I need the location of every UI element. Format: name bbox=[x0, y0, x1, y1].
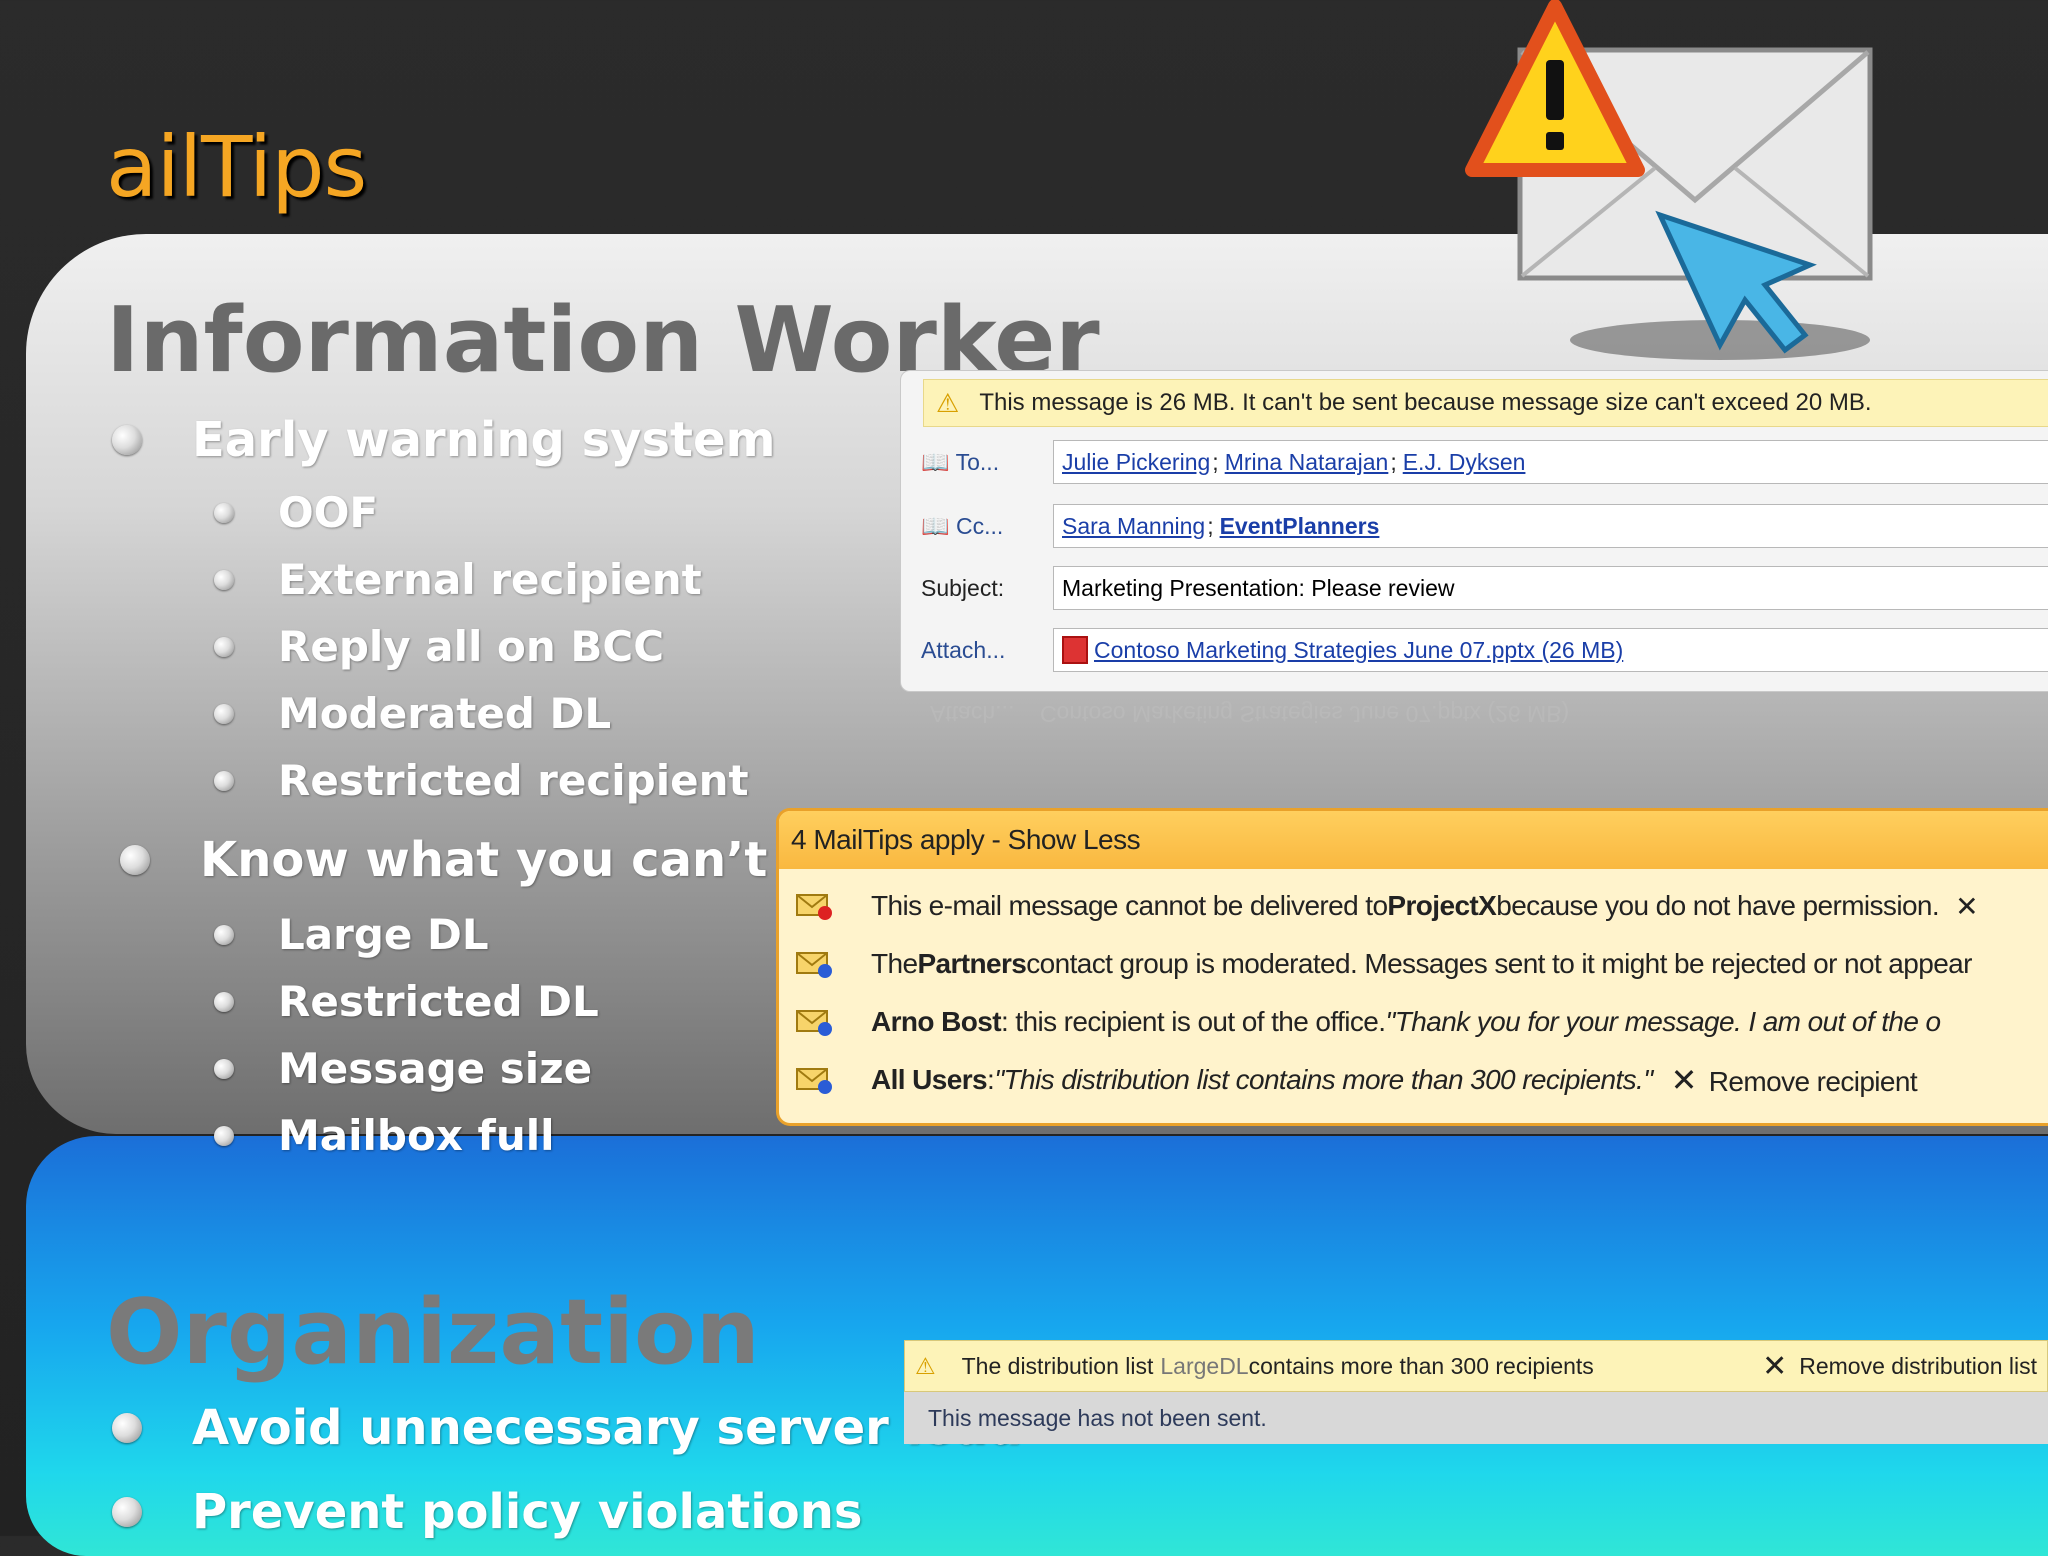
attach-field[interactable]: Contoso Marketing Strategies June 07.ppt… bbox=[1053, 628, 2048, 672]
envelope-error-icon bbox=[795, 891, 835, 921]
address-book-icon: 📖 bbox=[921, 512, 950, 539]
mailtip-row: This e-mail message cannot be delivered … bbox=[779, 881, 2048, 931]
bullet-mailbox-full: Mailbox full bbox=[214, 1111, 555, 1160]
mail-warning-icon bbox=[1465, 0, 1873, 360]
mailtips-panel: 4 MailTips apply - Show Less This e-mail… bbox=[776, 808, 2048, 1126]
bullet-dot-icon bbox=[214, 636, 234, 657]
bullet-label: Message size bbox=[278, 1044, 593, 1093]
bullet-dot-icon bbox=[214, 569, 234, 590]
bullet-avoid-server-load: Avoid unnecessary server load bbox=[112, 1400, 1022, 1456]
bullet-label: OOF bbox=[278, 488, 379, 537]
cc-field[interactable]: Sara Manning; EventPlanners bbox=[1053, 504, 2048, 548]
bullet-label: Reply all on BCC bbox=[278, 622, 665, 671]
recipient-link[interactable]: Mrina Natarajan bbox=[1225, 449, 1389, 476]
to-field[interactable]: Julie Pickering; Mrina Natarajan; E.J. D… bbox=[1053, 440, 2048, 484]
bullet-label: Restricted recipient bbox=[278, 756, 749, 805]
subject-row: Subject: Marketing Presentation: Please … bbox=[901, 565, 2048, 611]
bullet-dot-icon bbox=[112, 1497, 142, 1527]
bullet-early-warning: Early warning system bbox=[112, 412, 776, 468]
bullet-dot-icon bbox=[214, 770, 234, 791]
bullet-large-dl: Large DL bbox=[214, 910, 489, 959]
bullet-moderated-dl: Moderated DL bbox=[214, 689, 611, 738]
dl-notice: ⚠ The distribution list LargeDL contains… bbox=[904, 1340, 2048, 1446]
dl-warning-text: contains more than 300 recipients bbox=[1248, 1352, 1594, 1379]
bullet-label: Avoid unnecessary server load bbox=[192, 1400, 1022, 1456]
envelope-info-icon bbox=[795, 1065, 835, 1095]
attachment-link[interactable]: Contoso Marketing Strategies June 07.ppt… bbox=[1094, 637, 1623, 664]
dl-name: LargeDL bbox=[1160, 1352, 1249, 1379]
remove-recipient-button[interactable]: ✕ Remove recipient bbox=[1671, 1061, 1918, 1099]
close-icon: ✕ bbox=[1762, 1349, 1788, 1383]
bullet-dot-icon bbox=[214, 703, 234, 724]
bullet-label: Mailbox full bbox=[278, 1111, 555, 1160]
mailtip-row: Arno Bost : this recipient is out of the… bbox=[779, 997, 2048, 1047]
recipient-link[interactable]: Sara Manning bbox=[1062, 513, 1205, 540]
bullet-restricted-dl: Restricted DL bbox=[214, 977, 599, 1026]
warning-icon: ⚠ bbox=[915, 1352, 936, 1379]
bullet-know-what-you-cant-do: Know what you can’t do bbox=[120, 832, 851, 888]
bullet-label: Know what you can’t do bbox=[200, 832, 852, 888]
mailtip-row: All Users : "This distribution list cont… bbox=[779, 1055, 2048, 1105]
mailtips-header[interactable]: 4 MailTips apply - Show Less bbox=[779, 811, 2048, 869]
warning-text: This message is 26 MB. It can't be sent … bbox=[979, 389, 1872, 416]
slide-title: ailTips bbox=[106, 118, 367, 216]
organization-heading: Organization bbox=[106, 1280, 760, 1385]
warning-icon: ⚠ bbox=[936, 387, 960, 418]
message-size-warning: ⚠ This message is 26 MB. It can't be sen… bbox=[923, 379, 2048, 427]
bullet-restricted-recipient: Restricted recipient bbox=[214, 756, 749, 805]
cc-button[interactable]: 📖 Cc... bbox=[901, 513, 1051, 540]
bullet-label: Early warning system bbox=[192, 412, 776, 468]
bullet-oof: OOF bbox=[214, 488, 378, 537]
bullet-dot-icon bbox=[112, 1413, 142, 1443]
compose-window: ⚠ This message is 26 MB. It can't be sen… bbox=[900, 370, 2048, 692]
envelope-info-icon bbox=[795, 1007, 835, 1037]
attach-button[interactable]: Attach... bbox=[901, 637, 1051, 664]
envelope-info-icon bbox=[795, 949, 835, 979]
bullet-message-size: Message size bbox=[214, 1044, 592, 1093]
pptx-file-icon bbox=[1062, 636, 1088, 664]
bullet-dot-icon bbox=[214, 991, 234, 1012]
bullet-label: Large DL bbox=[278, 910, 489, 959]
bullet-dot-icon bbox=[214, 1058, 234, 1079]
dismiss-icon[interactable]: ✕ bbox=[1955, 890, 1978, 923]
recipient-link[interactable]: Julie Pickering bbox=[1062, 449, 1210, 476]
bullet-dot-icon bbox=[214, 1125, 234, 1146]
recipient-link[interactable]: E.J. Dyksen bbox=[1403, 449, 1526, 476]
bullet-external-recipient: External recipient bbox=[214, 555, 702, 604]
bullet-reply-all-bcc: Reply all on BCC bbox=[214, 622, 664, 671]
close-icon: ✕ bbox=[1670, 1062, 1698, 1098]
dl-warning-text: The distribution list bbox=[961, 1352, 1154, 1379]
dl-warning-bar: ⚠ The distribution list LargeDL contains… bbox=[904, 1340, 2048, 1392]
subject-label: Subject: bbox=[921, 574, 1005, 601]
bullet-prevent-policy-violations: Prevent policy violations bbox=[112, 1484, 862, 1540]
bullet-dot-icon bbox=[120, 845, 150, 875]
cc-row: 📖 Cc... Sara Manning; EventPlanners bbox=[901, 503, 2048, 549]
bullet-label: Moderated DL bbox=[278, 689, 612, 738]
bullet-label: External recipient bbox=[278, 555, 702, 604]
bullet-label: Restricted DL bbox=[278, 977, 599, 1026]
bullet-dot-icon bbox=[214, 924, 234, 945]
subject-field[interactable]: Marketing Presentation: Please review bbox=[1053, 566, 2048, 610]
address-book-icon: 📖 bbox=[921, 448, 950, 475]
distribution-list-link[interactable]: EventPlanners bbox=[1220, 513, 1380, 540]
mailtip-row: The Partners contact group is moderated.… bbox=[779, 939, 2048, 989]
status-message: This message has not been sent. bbox=[904, 1392, 2048, 1444]
attach-reflection: Attach... Contoso Marketing Strategies J… bbox=[930, 701, 1570, 727]
to-row: 📖 To... Julie Pickering; Mrina Natarajan… bbox=[901, 439, 2048, 485]
to-button[interactable]: 📖 To... bbox=[901, 449, 1051, 476]
bullet-dot-icon bbox=[214, 502, 234, 523]
bullet-label: Prevent policy violations bbox=[192, 1484, 863, 1540]
bullet-dot-icon bbox=[112, 425, 142, 455]
attach-row: Attach... Contoso Marketing Strategies J… bbox=[901, 627, 2048, 673]
remove-dl-button[interactable]: ✕ Remove distribution list bbox=[1762, 1349, 2037, 1384]
